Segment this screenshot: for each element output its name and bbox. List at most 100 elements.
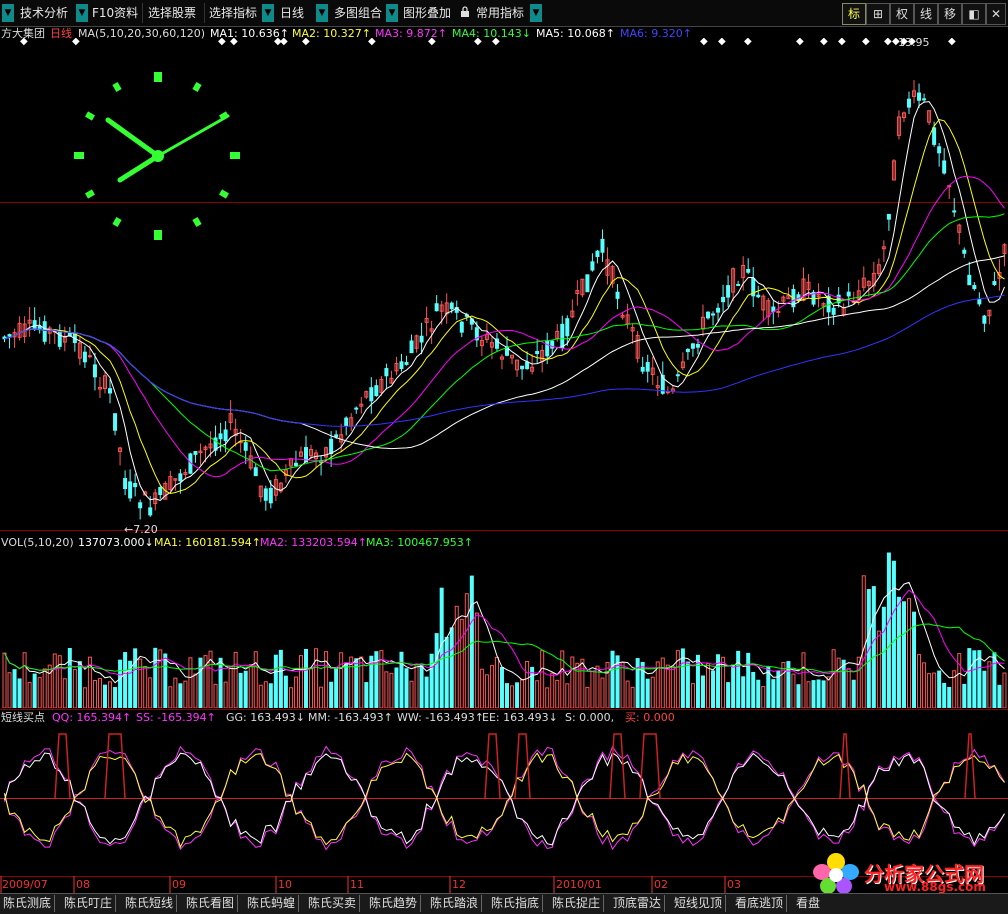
volume-bar — [288, 687, 293, 708]
candle — [716, 307, 721, 313]
marker-icon: ◆ — [492, 38, 500, 47]
volume-bar — [178, 683, 183, 708]
volume-bar — [238, 672, 243, 708]
volume-bar — [304, 649, 308, 708]
period-daily-button[interactable]: 日线 — [280, 3, 304, 23]
volume-bar — [429, 653, 434, 708]
volume-bar — [499, 667, 504, 708]
tab-formula[interactable]: 看盘 — [793, 895, 823, 912]
candle — [695, 343, 700, 348]
volume-bar — [781, 661, 786, 708]
volume-bar — [118, 659, 123, 708]
tab-formula[interactable]: 陈氏短线 — [122, 895, 178, 912]
mark-button[interactable]: 标 — [842, 3, 866, 25]
candle — [982, 315, 987, 324]
candle — [565, 318, 570, 337]
volume-bar — [997, 684, 1002, 708]
chevron-down-icon[interactable]: ▼ — [76, 4, 88, 22]
select-indicator-button[interactable]: 选择指标 — [209, 3, 257, 23]
volume-bar — [670, 665, 675, 708]
volume-bar — [550, 672, 555, 708]
volume-bar — [675, 650, 680, 708]
volume-chart[interactable] — [0, 548, 1008, 708]
candle — [736, 283, 741, 286]
line-button[interactable]: 线 — [914, 3, 938, 25]
move-button[interactable]: 移 — [938, 3, 962, 25]
volume-bar — [32, 673, 37, 708]
tab-formula[interactable]: 短线见顶 — [671, 895, 727, 912]
common-indicator-button[interactable]: 常用指标 — [476, 3, 524, 23]
f10-button[interactable]: F10资料 — [92, 3, 138, 23]
volume-bar — [268, 683, 273, 708]
multi-chart-button[interactable]: 多图组合 — [334, 3, 382, 23]
tab-formula[interactable]: 陈氏看图 — [183, 895, 239, 912]
tab-formula[interactable]: 陈氏叮庄 — [61, 895, 117, 912]
chevron-down-icon[interactable]: ▼ — [316, 4, 328, 22]
volume-bar — [896, 596, 901, 708]
tab-formula[interactable]: 陈氏趋势 — [366, 895, 422, 912]
volume-bar — [253, 651, 258, 708]
volume-bar — [665, 664, 670, 708]
candle — [726, 285, 731, 298]
chevron-down-icon[interactable]: ▼ — [386, 4, 398, 22]
tab-formula[interactable]: 陈氏蚂蝗 — [244, 895, 300, 912]
volume-bar — [635, 658, 640, 708]
tab-formula[interactable]: 顶底雷达 — [610, 895, 666, 912]
candle — [932, 127, 937, 145]
select-stock-button[interactable]: 选择股票 — [148, 3, 196, 23]
volume-bar — [575, 662, 580, 708]
gg-value: GG: 163.493↓ — [226, 711, 305, 724]
chevron-down-icon[interactable]: ▼ — [530, 4, 542, 22]
tab-formula[interactable]: 陈氏买卖 — [305, 895, 361, 912]
chevron-down-icon[interactable]: ▼ — [262, 4, 274, 22]
volume-bar — [605, 661, 610, 708]
marker-icon: ◆ — [862, 38, 870, 47]
volume-bar — [459, 618, 464, 708]
qq-line — [4, 745, 1005, 850]
tech-analysis-button[interactable]: 技术分析 — [20, 3, 68, 23]
rights-button[interactable]: 权 — [890, 3, 914, 25]
chevron-down-icon[interactable]: ▼ — [2, 4, 14, 22]
close-button[interactable]: ✕ — [986, 3, 1006, 25]
volume-bar — [922, 662, 927, 708]
layout-button[interactable]: ◧ — [962, 3, 986, 25]
volume-bar — [917, 654, 922, 708]
volume-bar — [57, 655, 62, 708]
volume-bar — [881, 606, 886, 708]
volume-bar — [525, 660, 530, 708]
lock-icon[interactable] — [460, 6, 470, 18]
volume-bar — [228, 666, 233, 708]
candle — [434, 303, 439, 312]
clock-icon — [74, 72, 240, 240]
candle — [369, 387, 374, 402]
tab-formula[interactable]: 陈氏踏浪 — [427, 895, 483, 912]
volume-bar — [7, 672, 12, 708]
volume-bar — [173, 677, 178, 708]
candle — [560, 323, 565, 349]
volume-bar — [123, 652, 128, 708]
volume-bar — [399, 651, 404, 708]
candle — [942, 160, 947, 174]
tab-formula[interactable]: 陈氏指底 — [488, 895, 544, 912]
overlay-button[interactable]: 图形叠加 — [403, 3, 451, 23]
volume-bar — [188, 657, 193, 708]
tab-formula[interactable]: 陈氏捉庄 — [549, 895, 605, 912]
volume-bar — [700, 675, 705, 708]
tab-formula[interactable]: 看底逃顶 — [732, 895, 788, 912]
grid-button[interactable]: ⊞ — [866, 3, 890, 25]
candle — [922, 98, 927, 101]
volume-bar — [17, 678, 22, 708]
volume-bar — [263, 681, 268, 708]
candle — [846, 291, 851, 297]
volume-bar — [555, 679, 560, 708]
candle — [108, 388, 113, 394]
candle — [992, 281, 997, 285]
tab-formula[interactable]: 陈氏测底 — [0, 895, 56, 912]
volume-bar — [831, 649, 836, 708]
volume-bar — [389, 672, 394, 708]
volume-bar — [771, 679, 776, 708]
volume-bar — [22, 652, 27, 708]
marker-icon: ◆ — [474, 38, 482, 47]
volume-bar — [690, 683, 695, 708]
volume-bar — [103, 684, 107, 708]
